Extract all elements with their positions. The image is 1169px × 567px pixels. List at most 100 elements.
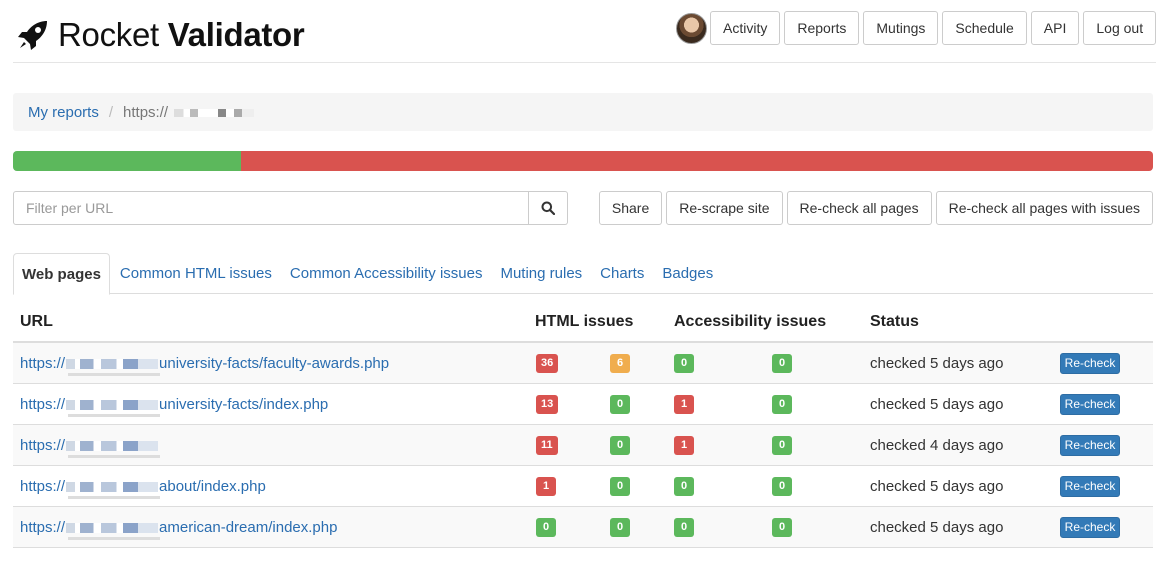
redacted-domain — [66, 481, 159, 492]
nav-mutings-button[interactable]: Mutings — [863, 11, 939, 45]
url-prefix: https:// — [20, 395, 66, 413]
html-warnings-badge[interactable]: 0 — [610, 394, 630, 414]
accessibility-errors-badge[interactable]: 1 — [674, 394, 694, 414]
url-path: university-facts/faculty-awards.php — [159, 354, 390, 372]
app-name-light: Rocket — [58, 16, 159, 53]
filter-url-input[interactable] — [13, 191, 529, 225]
tab-common-accessibility-issues[interactable]: Common Accessibility issues — [282, 253, 491, 294]
nav-activity-button[interactable]: Activity — [710, 11, 781, 45]
tab-badges[interactable]: Badges — [654, 253, 721, 294]
html-errors-badge[interactable]: 1 — [536, 476, 556, 496]
accessibility-errors-badge[interactable]: 0 — [674, 476, 694, 496]
redaction-underline — [68, 496, 160, 499]
recheck-button[interactable]: Re-check — [1060, 475, 1120, 497]
app-title: Rocket Validator — [58, 16, 305, 54]
recheck-button[interactable]: Re-check — [1060, 434, 1120, 456]
redacted-domain — [66, 399, 159, 410]
accessibility-errors-badge[interactable]: 1 — [674, 435, 694, 455]
redacted-domain — [66, 522, 159, 533]
header-status: Status — [870, 313, 919, 330]
accessibility-warnings-badge[interactable]: 0 — [772, 517, 792, 537]
table-row: https://university-facts/index.php 13 0 … — [13, 384, 1153, 425]
recheck-pages-with-issues-button[interactable]: Re-check all pages with issues — [935, 191, 1153, 225]
redacted-domain — [66, 440, 159, 451]
logout-button[interactable]: Log out — [1083, 11, 1157, 45]
page-url-link[interactable]: https:// — [20, 437, 159, 454]
html-warnings-badge[interactable]: 0 — [610, 435, 630, 455]
app-name-bold: Validator — [167, 16, 305, 53]
url-path: university-facts/index.php — [159, 395, 329, 413]
html-warnings-badge[interactable]: 6 — [610, 353, 630, 373]
accessibility-warnings-badge[interactable]: 0 — [772, 476, 792, 496]
html-errors-badge[interactable]: 11 — [536, 435, 558, 455]
accessibility-errors-badge[interactable]: 0 — [674, 353, 694, 373]
top-nav: Activity Reports Mutings Schedule API Lo… — [710, 11, 1157, 45]
table-row: https:// 11 0 1 0 checked 4 days ago Re-… — [13, 425, 1153, 466]
recheck-all-pages-button[interactable]: Re-check all pages — [786, 191, 932, 225]
progress-ok-segment — [13, 151, 241, 171]
page-url-link[interactable]: https:// about/index.php — [20, 478, 266, 495]
html-errors-badge[interactable]: 13 — [536, 394, 559, 414]
header-divider — [13, 62, 1156, 63]
url-cell: https:// — [20, 437, 159, 454]
tab-muting-rules[interactable]: Muting rules — [492, 253, 590, 294]
table-body: https:// university-facts/faculty-awards.… — [13, 343, 1153, 548]
breadcrumb-current-text: https:// — [123, 103, 169, 121]
accessibility-warnings-badge[interactable]: 0 — [772, 394, 792, 414]
url-cell: https:// university-facts/faculty-awards.… — [20, 355, 389, 372]
rocket-icon — [18, 21, 47, 50]
page-url-link[interactable]: https:// university-facts/index.php — [20, 396, 328, 413]
report-tabs: Web pages Common HTML issues Common Acce… — [13, 253, 1153, 295]
status-text: checked 5 days ago — [870, 395, 1004, 413]
html-warnings-badge[interactable]: 0 — [610, 517, 630, 537]
breadcrumb-my-reports[interactable]: My reports — [28, 104, 99, 121]
url-prefix: https:// — [20, 354, 66, 372]
accessibility-warnings-badge[interactable]: 0 — [772, 435, 792, 455]
breadcrumb-current: https:// — [123, 103, 255, 121]
redacted-domain — [174, 108, 255, 117]
issues-progress-bar — [13, 151, 1153, 171]
table-header: URL HTML issues Accessibility issues Sta… — [13, 303, 1153, 343]
search-button[interactable] — [529, 191, 568, 225]
html-warnings-badge[interactable]: 0 — [610, 476, 630, 496]
redaction-underline — [68, 414, 160, 417]
header-url: URL — [20, 313, 53, 330]
page-url-link[interactable]: https:// american-dream/index.php — [20, 519, 337, 536]
status-text: checked 4 days ago — [870, 436, 1004, 454]
recheck-button[interactable]: Re-check — [1060, 393, 1120, 415]
redacted-domain — [66, 358, 159, 369]
url-cell: https:// about/index.php — [20, 478, 266, 495]
url-cell: https:// american-dream/index.php — [20, 519, 337, 536]
header-html-issues: HTML issues — [535, 313, 634, 330]
progress-error-segment — [241, 151, 1153, 171]
page-url-link[interactable]: https:// university-facts/faculty-awards.… — [20, 355, 389, 372]
url-prefix: https:// — [20, 436, 66, 454]
breadcrumb: My reports / https:// — [13, 93, 1153, 131]
recheck-button[interactable]: Re-check — [1060, 352, 1120, 374]
accessibility-errors-badge[interactable]: 0 — [674, 517, 694, 537]
url-path: american-dream/index.php — [159, 518, 338, 536]
app-logo[interactable]: Rocket Validator — [16, 16, 305, 54]
tab-web-pages[interactable]: Web pages — [13, 253, 110, 295]
accessibility-warnings-badge[interactable]: 0 — [772, 353, 792, 373]
rescrape-site-button[interactable]: Re-scrape site — [666, 191, 783, 225]
nav-reports-button[interactable]: Reports — [784, 11, 860, 45]
table-row: https:// about/index.php 1 0 0 0 checked … — [13, 466, 1153, 507]
nav-api-button[interactable]: API — [1030, 11, 1080, 45]
breadcrumb-separator: / — [108, 103, 114, 121]
report-actions: Share Re-scrape site Re-check all pages … — [598, 191, 1153, 225]
share-button[interactable]: Share — [598, 191, 663, 225]
redaction-underline — [68, 537, 160, 540]
html-errors-badge[interactable]: 36 — [536, 353, 559, 373]
user-avatar[interactable] — [676, 13, 707, 44]
tab-common-html-issues[interactable]: Common HTML issues — [112, 253, 280, 294]
tab-charts[interactable]: Charts — [592, 253, 652, 294]
url-cell: https:// university-facts/index.php — [20, 396, 328, 413]
status-text: checked 5 days ago — [870, 477, 1004, 495]
web-pages-table: URL HTML issues Accessibility issues Sta… — [13, 303, 1153, 548]
url-path: about/index.php — [159, 477, 266, 495]
nav-schedule-button[interactable]: Schedule — [942, 11, 1027, 45]
recheck-button[interactable]: Re-check — [1060, 516, 1120, 538]
status-text: checked 5 days ago — [870, 518, 1004, 536]
html-errors-badge[interactable]: 0 — [536, 517, 556, 537]
